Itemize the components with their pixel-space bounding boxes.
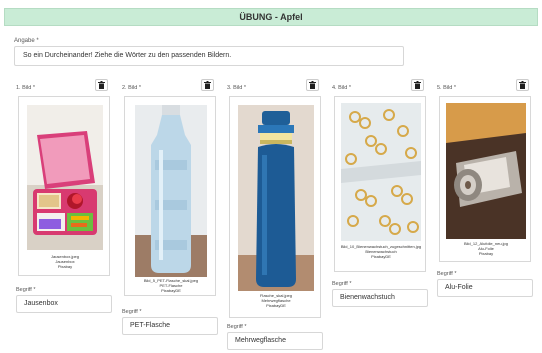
- term-4-label: Begriff *: [332, 281, 352, 287]
- image-1-caption: Jausenbox.jpeg Jausenbox Pixabay: [23, 254, 107, 269]
- term-2-label: Begriff *: [122, 309, 142, 315]
- term-1-value: Jausenbox: [24, 300, 58, 307]
- term-1-label: Begriff *: [16, 287, 36, 293]
- trash-icon: [309, 81, 316, 89]
- image-2-title: 2. Bild *: [122, 85, 141, 91]
- trash-icon: [519, 81, 526, 89]
- caption-line: PixabayDE: [371, 254, 391, 259]
- term-3-label: Begriff *: [227, 324, 247, 330]
- term-3-value: Mehrwegflasche: [235, 337, 286, 344]
- caption-line: PixabayDE: [266, 303, 286, 308]
- delete-image-5-button[interactable]: [516, 79, 529, 91]
- trash-icon: [98, 81, 105, 89]
- image-1-title: 1. Bild *: [16, 85, 35, 91]
- image-5-title: 5. Bild *: [437, 85, 456, 91]
- image-3-caption: Flasche_skal.jpeg Mehrwegflasche Pixabay…: [234, 293, 318, 308]
- beeswax-wrap-photo[interactable]: [341, 103, 421, 241]
- image-3-title: 3. Bild *: [227, 85, 246, 91]
- caption-line: PixabayDE: [161, 288, 181, 293]
- trash-icon: [414, 81, 421, 89]
- trash-icon: [204, 81, 211, 89]
- image-card-1: Jausenbox.jpeg Jausenbox Pixabay: [18, 96, 110, 276]
- pet-bottle-photo[interactable]: [135, 105, 207, 277]
- image-2-caption: Bild_5_PET-Flasche_skal.jpeg PET-Flasche…: [129, 278, 213, 293]
- image-card-4: Bild_10_Bienenwachstuch_zugeschnitten.jp…: [334, 96, 426, 272]
- delete-image-4-button[interactable]: [411, 79, 424, 91]
- lunchbox-photo[interactable]: [27, 105, 103, 250]
- exercise-title: ÜBUNG - Apfel: [239, 12, 303, 22]
- term-2-input[interactable]: PET-Flasche: [122, 317, 218, 335]
- prompt-value: So ein Durcheinander! Ziehe die Wörter z…: [23, 52, 232, 59]
- term-4-input[interactable]: Bienenwachstuch: [332, 289, 428, 307]
- term-5-label: Begriff *: [437, 271, 457, 277]
- aluminium-foil-photo[interactable]: [446, 103, 526, 239]
- caption-line: Pixabay: [478, 251, 494, 256]
- prompt-label: Angabe *: [14, 38, 39, 44]
- term-3-input[interactable]: Mehrwegflasche: [227, 332, 323, 350]
- delete-image-1-button[interactable]: [95, 79, 108, 91]
- prompt-input[interactable]: So ein Durcheinander! Ziehe die Wörter z…: [14, 46, 404, 66]
- image-card-2: Bild_5_PET-Flasche_skal.jpeg PET-Flasche…: [124, 96, 216, 296]
- term-2-value: PET-Flasche: [130, 322, 171, 329]
- delete-image-2-button[interactable]: [201, 79, 214, 91]
- caption-line: Pixabay: [57, 264, 73, 269]
- image-card-3: Flasche_skal.jpeg Mehrwegflasche Pixabay…: [229, 96, 321, 318]
- reusable-bottle-photo[interactable]: [238, 105, 314, 291]
- term-4-value: Bienenwachstuch: [340, 294, 395, 301]
- term-1-input[interactable]: Jausenbox: [16, 295, 112, 313]
- term-5-value: Alu-Folie: [445, 284, 473, 291]
- image-5-caption: Bild_12_Alufolie_neu.jpg Alu-Folie Pixab…: [442, 241, 530, 256]
- image-4-caption: Bild_10_Bienenwachstuch_zugeschnitten.jp…: [337, 244, 425, 259]
- exercise-header: ÜBUNG - Apfel: [4, 8, 538, 26]
- image-4-title: 4. Bild *: [332, 85, 351, 91]
- term-5-input[interactable]: Alu-Folie: [437, 279, 533, 297]
- delete-image-3-button[interactable]: [306, 79, 319, 91]
- image-card-5: Bild_12_Alufolie_neu.jpg Alu-Folie Pixab…: [439, 96, 531, 262]
